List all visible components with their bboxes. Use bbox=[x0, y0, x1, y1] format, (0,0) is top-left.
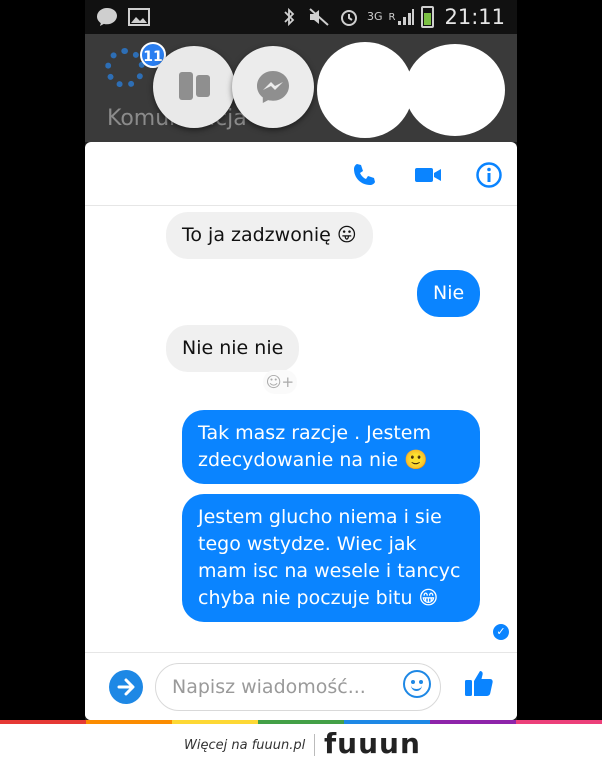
right-frame bbox=[517, 0, 602, 720]
seen-check-icon: ✓ bbox=[493, 624, 509, 640]
contact-avatar bbox=[107, 218, 147, 258]
promo-link[interactable]: Więcej na fuuun.pl bbox=[184, 738, 305, 753]
chat-heads-overview-button[interactable] bbox=[153, 46, 235, 128]
message-bubble-outgoing: Nie bbox=[417, 270, 481, 317]
messenger-icon bbox=[257, 71, 289, 103]
chat-header bbox=[85, 142, 517, 206]
footer-divider bbox=[314, 734, 315, 756]
bluetooth-icon bbox=[277, 6, 301, 28]
messenger-chat-panel: To ja zadzwonię 😛 Nie Nie nie nie ☺+ Tak… bbox=[85, 142, 517, 720]
cards-icon bbox=[179, 72, 211, 100]
add-reaction-button[interactable]: ☺+ bbox=[263, 370, 297, 394]
more-actions-button[interactable] bbox=[109, 670, 143, 704]
message-bubble-incoming: To ja zadzwonię 😛 bbox=[166, 212, 373, 259]
message-bubble-outgoing: Jestem glucho niema i sie tego wstydze. … bbox=[182, 494, 480, 622]
alarm-icon bbox=[337, 6, 361, 28]
settings-gear-icon bbox=[105, 48, 145, 88]
left-frame bbox=[0, 0, 85, 720]
redacted-chat-head bbox=[317, 42, 413, 138]
roaming-label: R bbox=[388, 11, 396, 23]
network-type-label: 3G bbox=[366, 10, 383, 23]
messenger-chat-head[interactable] bbox=[232, 46, 314, 128]
like-button[interactable] bbox=[463, 667, 497, 703]
message-input[interactable]: Napisz wiadomość... bbox=[155, 663, 441, 711]
site-logo: fuuun bbox=[324, 727, 421, 760]
call-button[interactable] bbox=[349, 160, 379, 190]
status-bar: 3G R 21:11 bbox=[85, 0, 517, 34]
info-button[interactable] bbox=[474, 160, 504, 190]
emoji-icon[interactable] bbox=[403, 670, 431, 698]
chat-notification-icon bbox=[95, 6, 119, 28]
background-app-bar: 11 Komunikacja bbox=[85, 34, 517, 142]
message-bubble-incoming: Nie nie nie bbox=[166, 325, 300, 372]
watermark-footer: Więcej na fuuun.pl fuuun bbox=[0, 724, 602, 765]
thumbs-up-icon bbox=[465, 671, 493, 696]
mute-icon bbox=[307, 6, 331, 28]
arrow-right-icon bbox=[117, 678, 135, 696]
clock: 21:11 bbox=[444, 5, 505, 29]
signal-icon: R bbox=[389, 6, 416, 28]
network-type-indicator: 3G bbox=[367, 6, 383, 28]
info-icon bbox=[476, 162, 502, 188]
video-camera-icon bbox=[415, 168, 441, 182]
phone-icon bbox=[354, 164, 375, 185]
contact-avatar bbox=[103, 330, 147, 374]
redacted-chat-head bbox=[405, 44, 505, 136]
battery-icon bbox=[421, 6, 435, 28]
image-notification-icon bbox=[127, 6, 151, 28]
message-bubble-outgoing: Tak masz razcje . Jestem zdecydowanie na… bbox=[182, 410, 480, 484]
message-composer: Napisz wiadomość... bbox=[85, 652, 517, 720]
video-call-button[interactable] bbox=[413, 160, 443, 190]
